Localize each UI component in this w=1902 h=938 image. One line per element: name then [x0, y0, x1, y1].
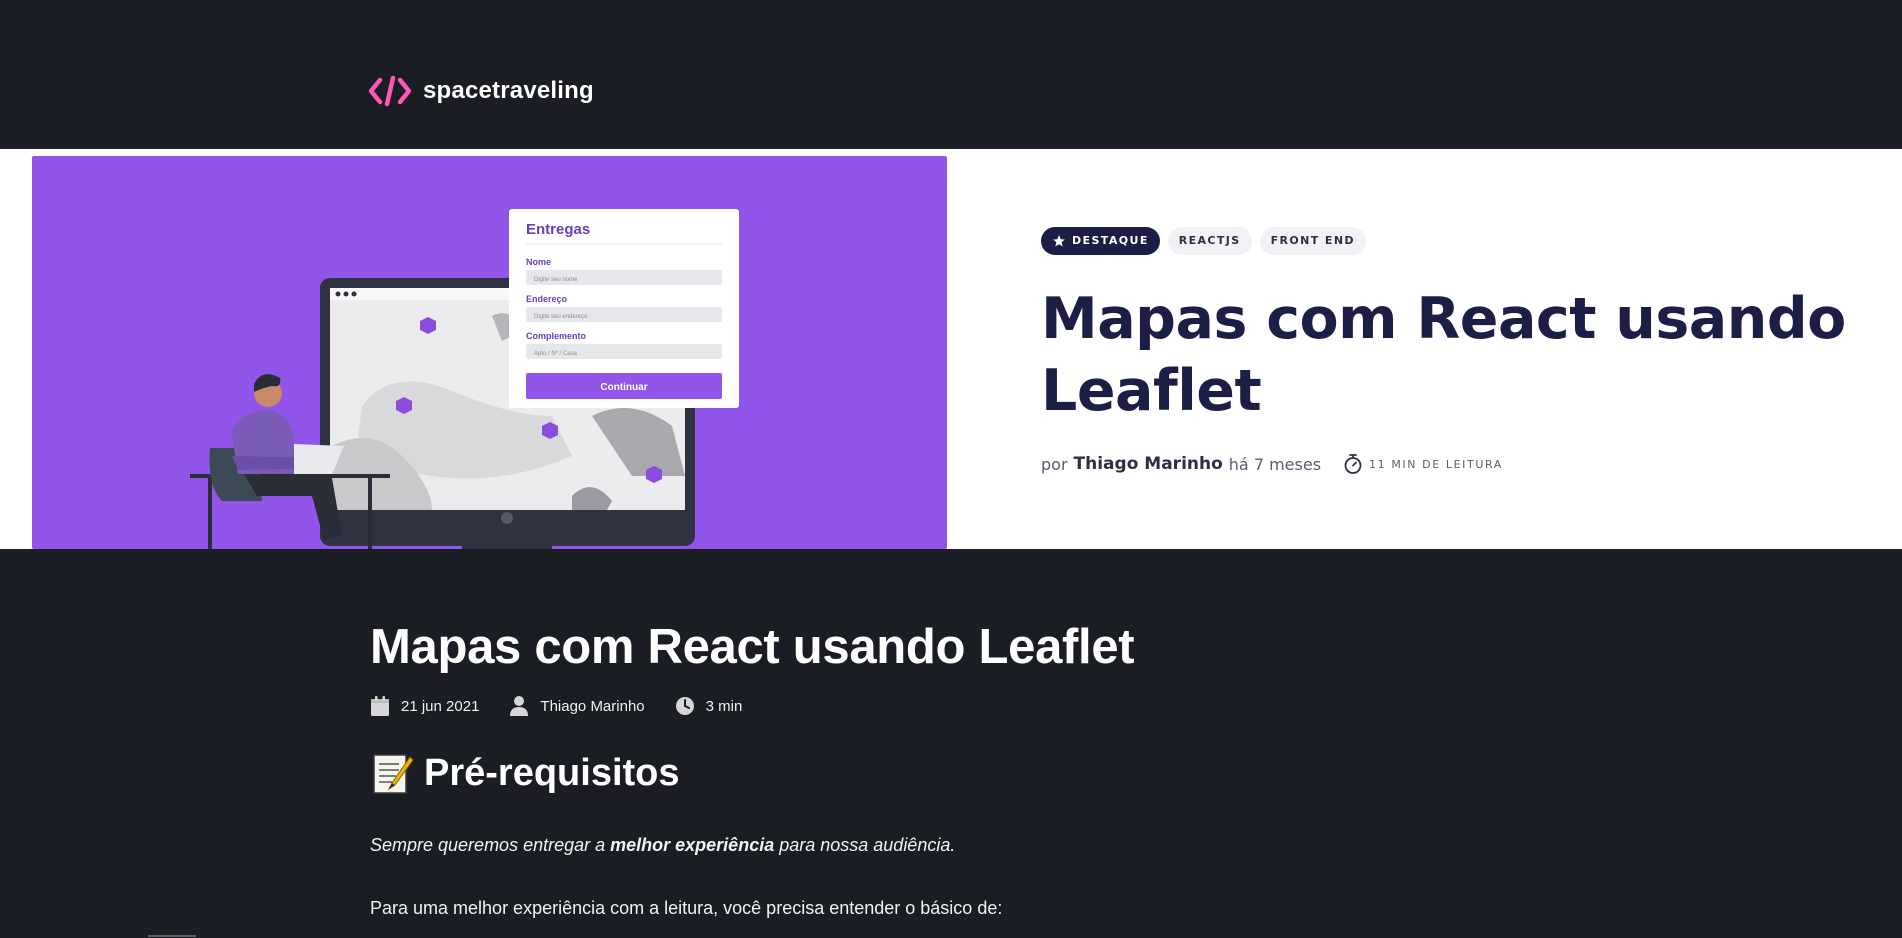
calendar-icon	[371, 696, 389, 716]
tag-list: DESTAQUE REACTJS FRONT END	[1041, 227, 1861, 255]
post-meta: 21 jun 2021 Thiago Marinho 3 min	[370, 695, 1530, 717]
byline-prefix: por	[1041, 454, 1068, 474]
body-continuation	[370, 923, 1530, 933]
post-title: Mapas com React usando Leaflet	[370, 620, 1135, 674]
tag-front-end[interactable]: FRONT END	[1259, 227, 1366, 255]
memo-icon	[373, 754, 414, 794]
person-legs	[244, 474, 342, 540]
post-date-label: 21 jun 2021	[401, 697, 480, 715]
byline-author[interactable]: Thiago Marinho	[1074, 454, 1223, 474]
tag-featured[interactable]: DESTAQUE	[1041, 227, 1160, 255]
featured-banner[interactable]: Entregas Nome Digite seu nome Endereço D…	[0, 149, 1902, 549]
tag-reactjs[interactable]: REACTJS	[1167, 227, 1252, 255]
post-content: Mapas com React usando Leaflet 21 jun 20…	[370, 549, 1530, 933]
form-field-1-label: Nome	[526, 257, 551, 267]
post-author-label: Thiago Marinho	[540, 697, 645, 715]
post-author: Thiago Marinho	[509, 695, 645, 717]
form-field-1-placeholder: Digite seu nome	[534, 277, 578, 283]
tag-featured-label: DESTAQUE	[1072, 234, 1149, 247]
banner-illustration: Entregas Nome Digite seu nome Endereço D…	[32, 156, 947, 549]
form-title: Entregas	[526, 221, 590, 238]
form-field-3-label: Complemento	[526, 331, 587, 341]
form-field-3-placeholder: Apto / Nº / Casa	[534, 350, 578, 357]
body-paragraph: Para uma melhor experiência com a leitur…	[370, 898, 1003, 918]
illustration-svg: Entregas Nome Digite seu nome Endereço D…	[190, 209, 739, 549]
site-header: spacetraveling	[0, 0, 1902, 149]
post-read-time: 3 min	[675, 695, 743, 717]
post-read-time-label: 3 min	[705, 697, 743, 715]
intro-text-before: Sempre queremos entregar a	[370, 835, 611, 855]
banner-title[interactable]: Mapas com React usando Leaflet	[1041, 283, 1861, 427]
form-field-2-placeholder: Digite seu endereço	[534, 314, 588, 320]
reading-time: 11 MIN DE LEITURA	[1343, 453, 1503, 475]
post-date: 21 jun 2021	[370, 695, 479, 717]
brand-name: spacetraveling	[423, 77, 594, 104]
scroll-indicator	[148, 935, 196, 937]
clock-icon	[675, 697, 694, 715]
intro-text-bold: melhor experiência	[610, 835, 775, 855]
section-heading: Pré-requisitos	[370, 751, 1530, 795]
section-heading-text: Pré-requisitos	[424, 751, 680, 794]
form-continue-label: Continuar	[600, 382, 647, 393]
brand-link[interactable]: spacetraveling	[369, 74, 594, 108]
banner-byline: por Thiago Marinho há 7 meses 11 MIN DE …	[1041, 453, 1861, 475]
user-icon	[510, 696, 529, 716]
stopwatch-icon	[1344, 454, 1362, 474]
intro-paragraph: Sempre queremos entregar a melhor experi…	[370, 835, 1530, 856]
byline-relative-time: há 7 meses	[1228, 454, 1322, 474]
banner-info: DESTAQUE REACTJS FRONT END Mapas com Rea…	[1041, 227, 1861, 475]
code-brackets-icon	[369, 75, 411, 107]
form-field-2-label: Endereço	[526, 294, 568, 304]
star-icon	[1053, 235, 1065, 247]
intro-text-after: para nossa audiência.	[774, 835, 956, 855]
reading-time-label: 11 MIN DE LEITURA	[1369, 457, 1503, 471]
